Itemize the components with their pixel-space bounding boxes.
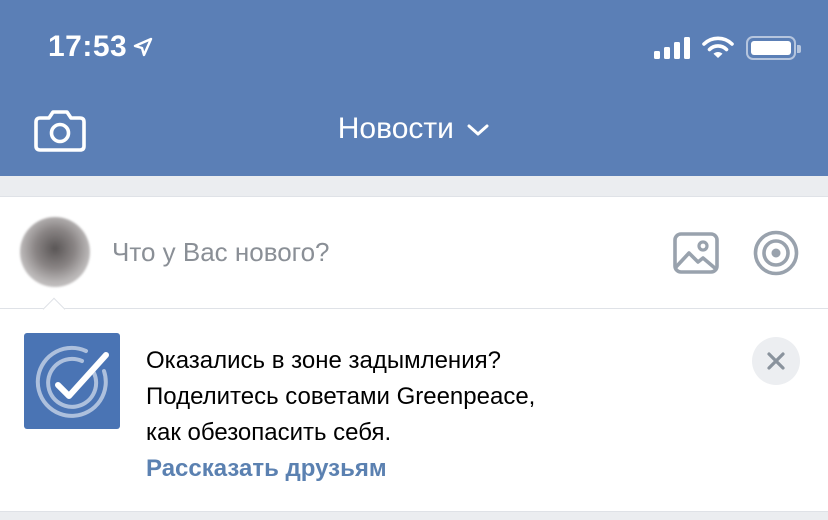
news-feed-switcher[interactable]: Новости bbox=[0, 112, 828, 146]
battery-icon bbox=[746, 36, 801, 60]
page-title: Новости bbox=[337, 112, 454, 145]
close-icon bbox=[767, 352, 785, 370]
wifi-icon bbox=[702, 36, 734, 58]
compose-input[interactable]: Что у Вас нового? bbox=[112, 237, 330, 268]
status-time: 17:53 bbox=[48, 30, 153, 64]
promo-message: Оказались в зоне задымления? Поделитесь … bbox=[146, 343, 686, 451]
photo-button[interactable] bbox=[672, 231, 720, 275]
photo-icon bbox=[673, 232, 719, 274]
promo-logo-icon bbox=[24, 333, 120, 429]
close-button[interactable] bbox=[752, 337, 800, 385]
avatar[interactable] bbox=[20, 217, 90, 287]
location-arrow-icon bbox=[134, 37, 153, 57]
promo-line-3: как обезопасить себя. bbox=[146, 419, 392, 446]
status-time-text: 17:53 bbox=[48, 30, 128, 63]
promo-card: Оказались в зоне задымления? Поделитесь … bbox=[0, 297, 828, 512]
compose-card: Что у Вас нового? bbox=[0, 196, 828, 308]
signal-icon bbox=[654, 37, 690, 59]
share-with-friends-link[interactable]: Рассказать друзьям bbox=[146, 455, 387, 483]
promo-line-2: Поделитесь советами Greenpeace, bbox=[146, 383, 536, 410]
status-indicators bbox=[654, 36, 801, 60]
promo-line-1: Оказались в зоне задымления? bbox=[146, 347, 501, 374]
target-icon bbox=[753, 230, 799, 276]
app-header: 17:53 Новости bbox=[0, 0, 828, 176]
chevron-down-icon bbox=[467, 124, 489, 136]
target-button[interactable] bbox=[752, 229, 800, 277]
